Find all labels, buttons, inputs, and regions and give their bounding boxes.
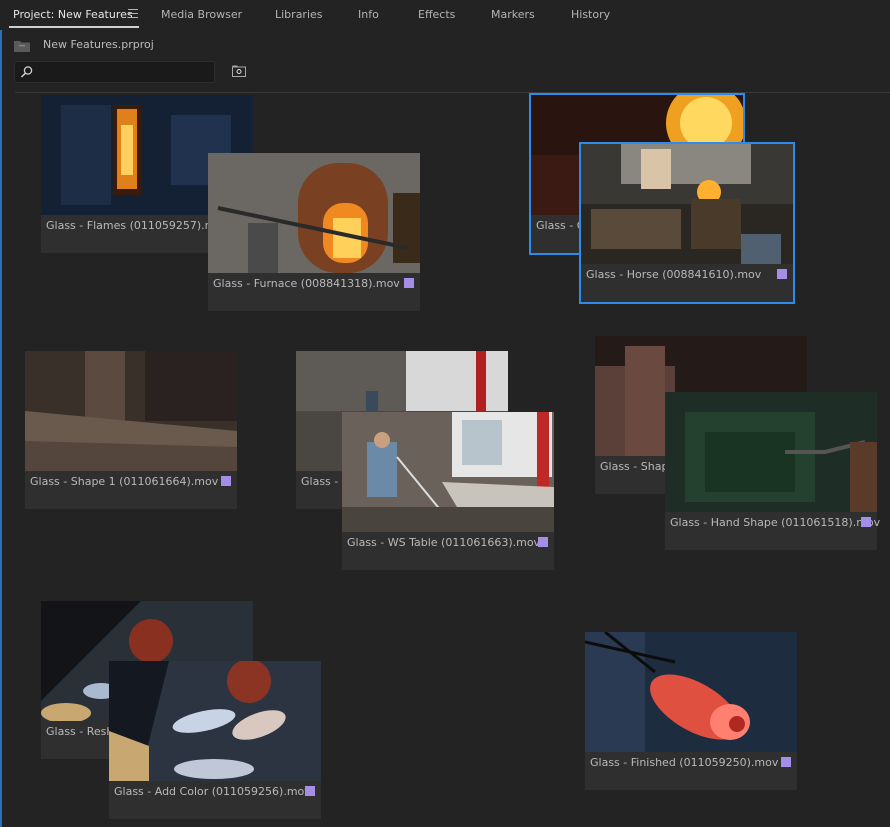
clip-name: Glass - WS Table (011061663).mov xyxy=(347,536,541,549)
clip-card-shape-1[interactable]: Glass - Shape 1 (011061664).mov xyxy=(25,351,237,509)
clip-thumbnail xyxy=(665,392,877,512)
tab-info[interactable]: Info xyxy=(358,8,379,21)
project-file-name: New Features.prproj xyxy=(43,38,154,51)
clip-name: Glass - Hand Shape (011061518).mov xyxy=(670,516,881,529)
clip-name: Glass - Horse (008841610).mov xyxy=(586,268,762,281)
label-color-swatch[interactable] xyxy=(538,537,548,547)
clip-card-add-color[interactable]: Glass - Add Color (011059256).mov xyxy=(109,661,321,819)
label-color-swatch[interactable] xyxy=(777,269,787,279)
tab-markers[interactable]: Markers xyxy=(491,8,535,21)
panel-menu-icon[interactable] xyxy=(128,9,138,19)
active-tab-indicator xyxy=(9,26,139,28)
tab-libraries[interactable]: Libraries xyxy=(275,8,323,21)
tab-project[interactable]: Project: New Features xyxy=(13,8,133,21)
label-color-swatch[interactable] xyxy=(781,757,791,767)
label-color-swatch[interactable] xyxy=(404,278,414,288)
search-input[interactable] xyxy=(14,61,215,83)
clip-thumbnail xyxy=(109,661,321,781)
tab-history[interactable]: History xyxy=(571,8,610,21)
clip-thumbnail xyxy=(581,144,793,264)
clip-thumbnail xyxy=(585,632,797,752)
clip-name: Glass - Finished (011059250).mov xyxy=(590,756,779,769)
clip-name: Glass - Shape xyxy=(600,460,676,473)
clip-card-horse[interactable]: Glass - Horse (008841610).mov xyxy=(579,142,795,304)
clip-name: Glass - Flames (011059257).mov xyxy=(46,219,229,232)
clip-card-hand-shape[interactable]: Glass - Hand Shape (011061518).mov xyxy=(665,392,881,550)
find-bin-icon[interactable] xyxy=(232,65,246,77)
clip-name: Glass - Shape 1 (011061664).mov xyxy=(30,475,219,488)
tab-media-browser[interactable]: Media Browser xyxy=(161,8,242,21)
header-divider xyxy=(15,92,890,93)
clip-card-furnace[interactable]: Glass - Furnace (008841318).mov xyxy=(208,153,420,311)
clip-card-ws-table[interactable]: Glass - WS Table (011061663).mov xyxy=(342,412,554,570)
clip-thumbnail xyxy=(342,412,554,532)
search-icon xyxy=(20,66,33,78)
clip-card-finished[interactable]: Glass - Finished (011059250).mov xyxy=(585,632,797,790)
label-color-swatch[interactable] xyxy=(305,786,315,796)
label-color-swatch[interactable] xyxy=(221,476,231,486)
label-color-swatch[interactable] xyxy=(861,517,871,527)
clip-name: Glass - Add Color (011059256).mov xyxy=(114,785,311,798)
panel-tab-bar: Project: New Features Media Browser Libr… xyxy=(0,0,890,30)
project-folder-icon xyxy=(14,41,30,52)
tab-effects[interactable]: Effects xyxy=(418,8,455,21)
panel-focus-edge xyxy=(0,0,2,827)
clip-name: Glass - Furnace (008841318).mov xyxy=(213,277,400,290)
clip-thumbnail xyxy=(208,153,420,273)
clip-thumbnail xyxy=(25,351,237,471)
